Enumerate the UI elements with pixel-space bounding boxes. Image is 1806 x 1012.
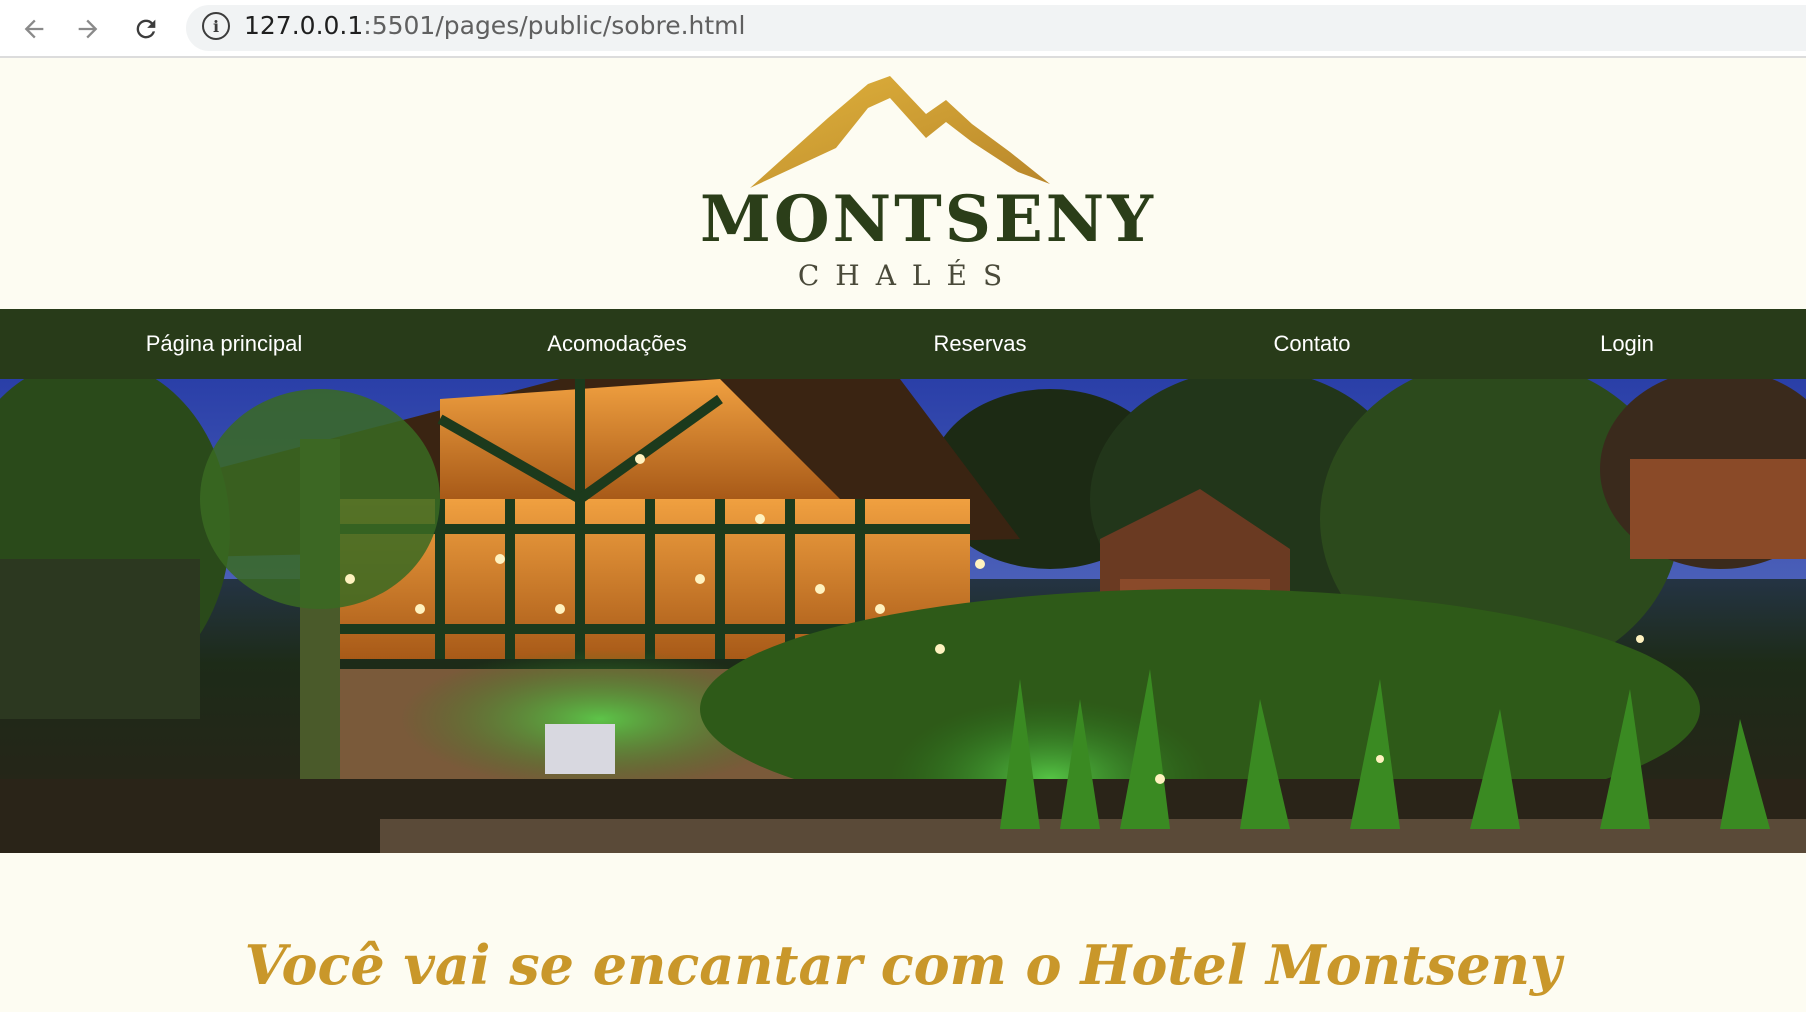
browser-toolbar: i 127.0.0.1:5501/pages/public/sobre.html [0,0,1806,58]
nav-link-login[interactable]: Login [1600,309,1654,379]
mountain-logo-icon [750,76,1050,188]
logo-subtitle: CHALÉS [797,259,1019,292]
reload-button[interactable] [126,9,166,49]
back-button[interactable] [14,9,54,49]
arrow-right-icon [78,19,98,39]
hero-illustration [0,379,1806,853]
welcome-heading: Você vai se encantar com o Hotel Montsen… [244,933,1562,997]
nav-link-reservations[interactable]: Reservas [934,309,1027,379]
hero-image [0,379,1806,853]
site-logo[interactable]: MONTSENY CHALÉS [700,72,1156,302]
forward-button[interactable] [68,9,108,49]
info-icon[interactable]: i [202,12,230,40]
main-navigation: Página principal Acomodações Reservas Co… [0,309,1806,379]
logo-name: MONTSENY [700,182,1156,257]
nav-link-home[interactable]: Página principal [146,309,303,379]
arrow-left-icon [24,19,44,39]
nav-link-contact[interactable]: Contato [1273,309,1350,379]
url-text[interactable]: 127.0.0.1:5501/pages/public/sobre.html [244,10,745,42]
url-path: :5501/pages/public/sobre.html [363,11,746,40]
url-host: 127.0.0.1 [244,11,364,40]
reload-icon [136,19,156,39]
nav-link-accommodations[interactable]: Acomodações [547,309,686,379]
